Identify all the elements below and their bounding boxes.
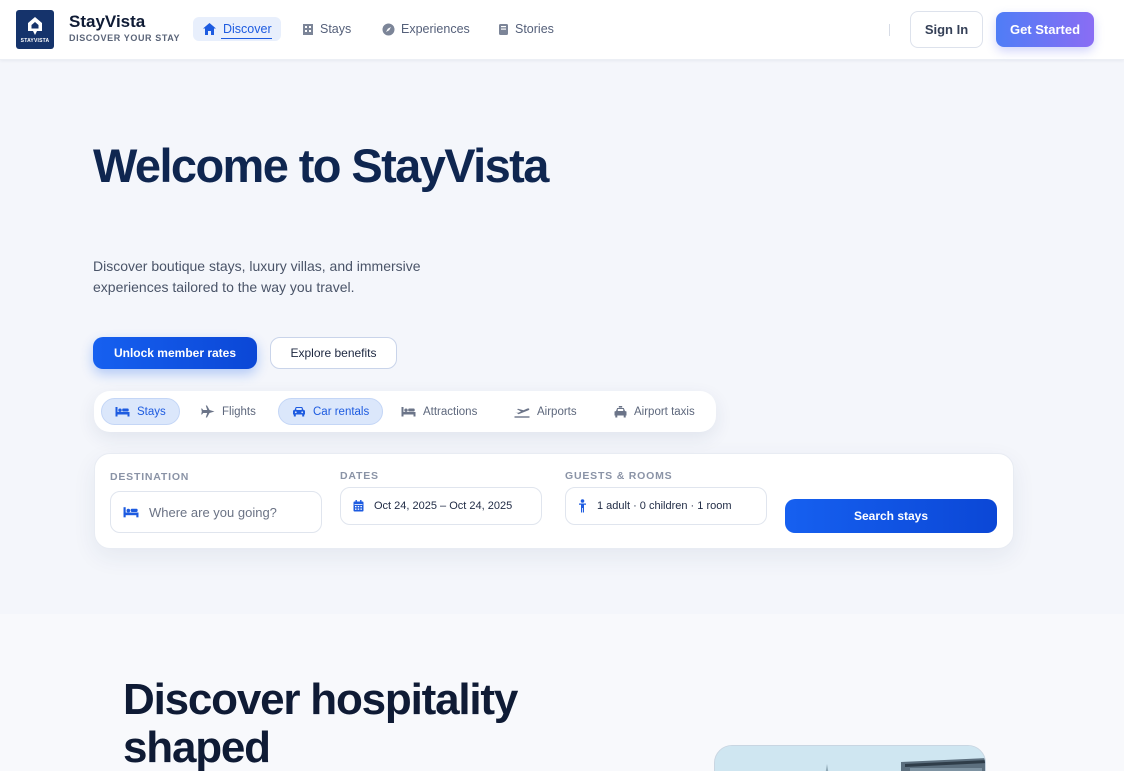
tab-label: Airport taxis — [634, 405, 695, 418]
person-icon — [579, 499, 586, 513]
calendar-icon — [353, 500, 364, 512]
tab-label: Flights — [222, 405, 256, 418]
tab-label: Airports — [537, 405, 577, 418]
guests-value: 1 adult · 0 children · 1 room — [597, 500, 732, 512]
search-stays-button[interactable]: Search stays — [785, 499, 997, 533]
brand-tagline: DISCOVER YOUR STAY — [69, 33, 181, 43]
bed-icon — [401, 407, 416, 417]
tab-label: Attractions — [423, 405, 478, 418]
car-icon — [293, 407, 305, 417]
bed-icon — [123, 507, 139, 518]
house-pin-icon — [28, 16, 42, 35]
hotel-building-image — [715, 746, 985, 771]
book-icon — [499, 23, 508, 35]
tab-label: Car rentals — [313, 405, 370, 418]
nav-label: Discover — [223, 22, 272, 36]
hero-subtitle: Discover boutique stays, luxury villas, … — [93, 258, 421, 295]
nav-divider — [889, 24, 890, 36]
tab-airport-taxis[interactable]: Airport taxis — [601, 398, 708, 425]
brand-name[interactable]: StayVista — [69, 12, 145, 32]
guests-field[interactable]: 1 adult · 0 children · 1 room — [565, 487, 767, 525]
plane-departure-icon — [514, 407, 530, 418]
get-started-button[interactable]: Get Started — [996, 12, 1094, 47]
bed-icon — [115, 407, 130, 417]
section-title: Discover hospitality shaped — [123, 675, 518, 771]
nav-label: Stays — [320, 22, 352, 36]
nav-item-experiences[interactable]: Experiences — [373, 17, 479, 41]
active-underline — [221, 37, 272, 39]
destination-label: DESTINATION — [110, 471, 190, 483]
destination-field[interactable]: Where are you going? — [110, 491, 322, 533]
hero-title: Welcome to StayVista — [93, 139, 549, 192]
tab-label: Stays — [137, 405, 166, 418]
tab-flights[interactable]: Flights — [188, 398, 269, 425]
destination-input[interactable]: Where are you going? — [149, 505, 277, 520]
nav-label: Stories — [515, 22, 554, 36]
tab-stays[interactable]: Stays — [101, 398, 180, 425]
guests-label: GUESTS & ROOMS — [565, 470, 673, 482]
hotel-photo — [714, 745, 986, 771]
explore-benefits-button[interactable]: Explore benefits — [270, 337, 397, 369]
logo-text: STAYVISTA — [20, 37, 50, 44]
sign-in-button[interactable]: Sign In — [910, 11, 983, 48]
nav-item-stays[interactable]: Stays — [293, 17, 360, 41]
brand-logo[interactable]: STAYVISTA — [16, 10, 54, 49]
dates-field[interactable]: Oct 24, 2025 – Oct 24, 2025 — [340, 487, 542, 525]
top-navbar: STAYVISTA StayVista DISCOVER YOUR STAY D… — [0, 0, 1124, 60]
unlock-member-rates-button[interactable]: Unlock member rates — [93, 337, 257, 369]
dates-label: DATES — [340, 470, 379, 482]
nav-item-discover[interactable]: Discover — [193, 17, 281, 41]
category-tabs: Stays Flights Car rentals Attractions Ai… — [94, 391, 716, 432]
tab-attractions[interactable]: Attractions — [388, 398, 490, 425]
tab-airports[interactable]: Airports — [501, 398, 590, 425]
plane-icon — [201, 405, 215, 418]
compass-icon — [382, 23, 395, 35]
taxi-icon — [614, 405, 627, 417]
nav-label: Experiences — [401, 22, 470, 36]
building-icon — [303, 23, 313, 35]
nav-item-stories[interactable]: Stories — [489, 17, 563, 41]
home-icon — [203, 23, 216, 35]
dates-value: Oct 24, 2025 – Oct 24, 2025 — [374, 500, 513, 512]
tab-car-rentals[interactable]: Car rentals — [278, 398, 384, 425]
